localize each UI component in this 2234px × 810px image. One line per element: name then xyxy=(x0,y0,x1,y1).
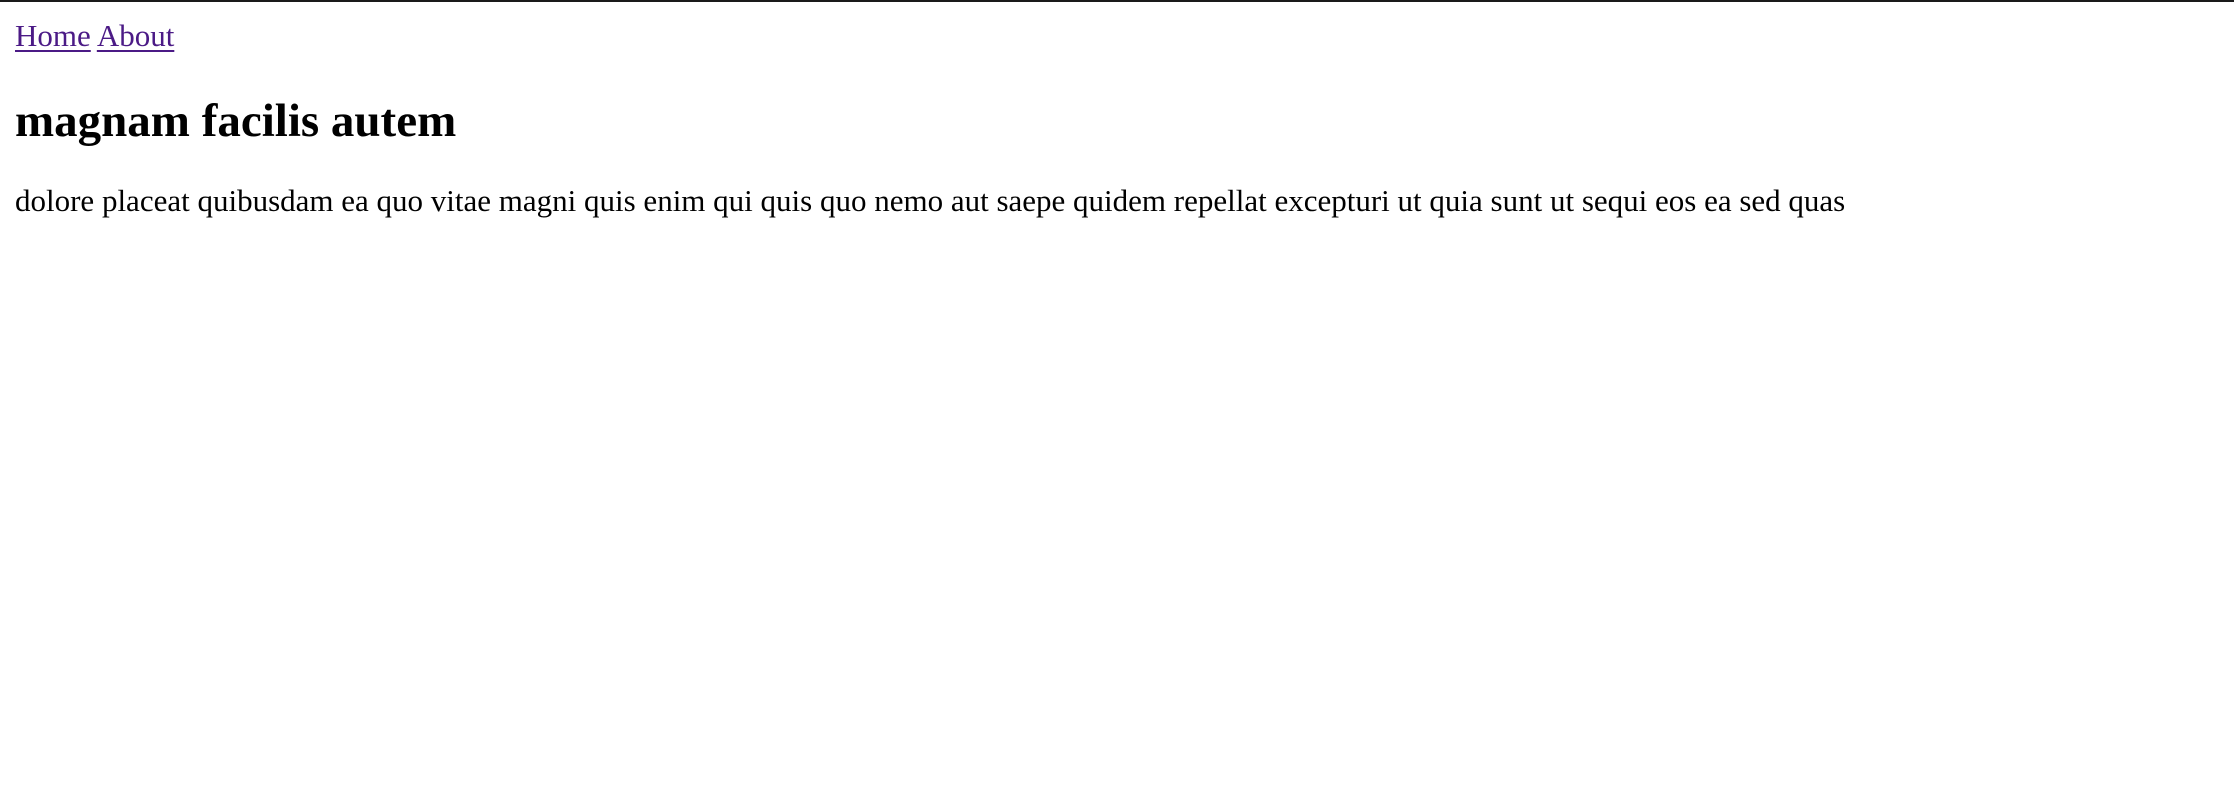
page-content: Home About magnam facilis autem dolore p… xyxy=(15,0,2234,220)
top-nav: Home About xyxy=(15,17,2234,55)
page-title: magnam facilis autem xyxy=(15,95,457,147)
body-paragraph: dolore placeat quibusdam ea quo vitae ma… xyxy=(15,183,1846,218)
nav-link-about[interactable]: About xyxy=(97,18,175,53)
nav-link-home[interactable]: Home xyxy=(15,18,91,53)
